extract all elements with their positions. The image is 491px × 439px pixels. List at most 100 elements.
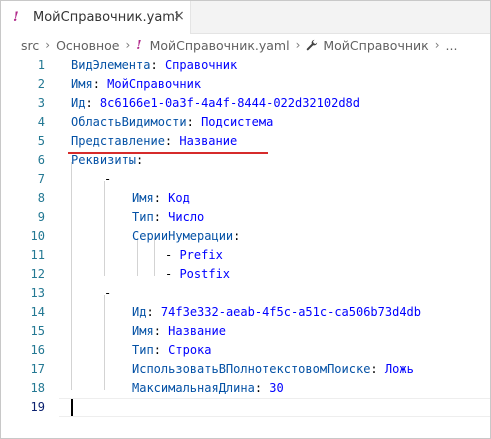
code-line[interactable]: 15 Имя: Название — [1, 322, 490, 341]
line-number: 19 — [30, 400, 45, 414]
colon: : — [233, 229, 241, 243]
yaml-key: Тип — [132, 210, 154, 224]
code-line[interactable]: 9 Тип: Число — [1, 208, 490, 227]
yaml-value: Подсистема — [201, 115, 274, 129]
code-text: Тип: Строка — [132, 341, 212, 360]
colon: : — [153, 343, 161, 357]
colon: : — [136, 153, 144, 167]
colon: : — [153, 324, 161, 338]
code-line[interactable]: 18 МаксимальнаяДлина: 30 — [1, 379, 490, 398]
list-item-value: Prefix — [179, 248, 223, 262]
breadcrumb-item-file[interactable]: ! МойСправочник.yaml — [136, 38, 289, 53]
yaml-key: МаксимальнаяДлина — [132, 381, 255, 395]
code-line[interactable]: 17 ИспользоватьВПолнотекстовомПоиске: Лож… — [1, 360, 490, 379]
code-text: - Postfix — [165, 265, 230, 284]
code-text: Тип: Число — [132, 208, 204, 227]
code-line[interactable]: 7- — [1, 170, 490, 189]
code-line[interactable]: 8 Имя: Код — [1, 189, 490, 208]
line-number: 13 — [30, 286, 45, 300]
yaml-file-icon: ! — [136, 38, 142, 52]
line-number: 5 — [37, 134, 45, 148]
colon: : — [186, 115, 194, 129]
line-number: 7 — [37, 172, 45, 186]
colon: : — [153, 210, 161, 224]
list-dash: - — [104, 286, 112, 300]
code-line[interactable]: 3 Ид: 8c6166e1-0a3f-4a4f-8444-022d32102d8… — [1, 94, 490, 113]
breadcrumb-file-label: МойСправочник.yaml — [149, 37, 290, 53]
editor-window: ! МойСправочник.yaml × src › Основное › … — [0, 0, 491, 439]
breadcrumb-symbol-label: МойСправочник — [323, 37, 429, 53]
text-cursor — [71, 399, 73, 416]
breadcrumb-item-symbol[interactable]: МойСправочник — [306, 37, 429, 53]
code-line[interactable]: 4 ОбластьВидимости: Подсистема — [1, 113, 490, 132]
code-text: ВидЭлемента: Справочник — [71, 56, 237, 75]
list-dash: - — [104, 172, 112, 186]
code-line[interactable]: 13 - — [1, 284, 490, 303]
colon: : — [254, 381, 263, 395]
yaml-key: ОбластьВидимости — [71, 115, 187, 129]
code-editor[interactable]: 1 ВидЭлемента: Справочник 2 Имя: МойСправоч… — [1, 56, 490, 438]
chevron-right-icon: › — [125, 38, 131, 52]
yaml-key: Ид — [132, 305, 147, 319]
code-text: Имя: Название — [132, 322, 226, 341]
breadcrumb-item-src[interactable]: src — [21, 38, 39, 53]
code-line[interactable]: 5 Представление: Название — [1, 132, 490, 151]
line-number: 6 — [37, 153, 45, 167]
yaml-value: Число — [168, 210, 205, 224]
colon: : — [85, 96, 93, 110]
code-line[interactable]: 12 - Postfix — [1, 265, 490, 284]
yaml-value: Код — [168, 191, 190, 205]
list-dash: - — [165, 267, 180, 281]
breadcrumb-item-osnovnoe[interactable]: Основное — [56, 38, 119, 53]
yaml-file-icon: ! — [13, 10, 19, 25]
yaml-value: 30 — [269, 381, 284, 395]
code-line[interactable]: 11 - Prefix — [1, 246, 490, 265]
yaml-key: СерииНумерации — [132, 229, 234, 243]
yaml-key: Имя — [132, 324, 154, 338]
line-number: 4 — [37, 115, 45, 129]
code-line[interactable]: 14 Ид: 74f3e332-aeab-4f5c-a51c-ca506b73d4… — [1, 303, 490, 322]
line-number: 18 — [30, 381, 45, 395]
yaml-value: Ложь — [384, 362, 414, 376]
annotation-underline — [68, 152, 268, 154]
line-number: 10 — [30, 229, 45, 243]
line-number: 15 — [30, 324, 45, 338]
code-text: Ид: 74f3e332-aeab-4f5c-a51c-ca506b73d4db — [132, 303, 421, 322]
breadcrumb-more[interactable]: ... — [446, 38, 458, 53]
colon: : — [150, 58, 158, 72]
yaml-value: Строка — [168, 343, 212, 357]
line-number: 2 — [37, 77, 45, 91]
yaml-key: Ид — [71, 96, 86, 110]
breadcrumb: src › Основное › ! МойСправочник.yaml › … — [1, 34, 490, 56]
code-text: Представление: Название — [71, 132, 237, 151]
yaml-key: Имя — [71, 77, 93, 91]
line-number: 16 — [30, 343, 45, 357]
tab-label: МойСправочник.yaml — [33, 10, 179, 25]
line-number: 17 — [30, 362, 45, 376]
chevron-right-icon: › — [45, 38, 51, 52]
line-number: 14 — [30, 305, 45, 319]
code-text: СерииНумерации: — [132, 227, 240, 246]
tab-bar: ! МойСправочник.yaml × — [1, 1, 490, 34]
line-number: 9 — [37, 210, 45, 224]
colon: : — [164, 134, 173, 148]
yaml-value: Название — [168, 324, 226, 338]
current-line-highlight — [59, 398, 490, 417]
code-line[interactable]: 10 СерииНумерации: — [1, 227, 490, 246]
line-number: 1 — [37, 58, 45, 72]
close-icon[interactable]: × — [171, 8, 187, 24]
code-text: ОбластьВидимости: Подсистема — [71, 113, 273, 132]
code-text: Ид: 8c6166e1-0a3f-4a4f-8444-022d32102d8d — [71, 94, 360, 113]
list-item-value: Postfix — [179, 267, 231, 281]
tab-moy-spravochnik[interactable]: ! МойСправочник.yaml × — [1, 1, 191, 34]
code-line[interactable]: 1 ВидЭлемента: Справочник — [1, 56, 490, 75]
code-text: ИспользоватьВПолнотекстовомПоиске: Ложь — [132, 360, 414, 379]
yaml-value: Название — [179, 134, 238, 148]
code-text: Имя: МойСправочник — [71, 75, 201, 94]
colon: : — [153, 191, 161, 205]
line-number: 3 — [37, 96, 45, 110]
yaml-key: Тип — [132, 343, 154, 357]
list-dash: - — [165, 248, 180, 262]
code-line[interactable]: 16 Тип: Строка — [1, 341, 490, 360]
code-line[interactable]: 2 Имя: МойСправочник — [1, 75, 490, 94]
